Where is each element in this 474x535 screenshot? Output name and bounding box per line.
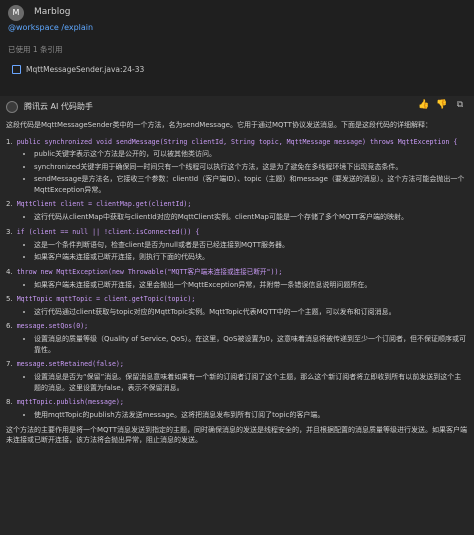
step-code: message.setQos(0);	[16, 322, 89, 331]
step-item: 5. MqttTopic mqttTopic = client.getTopic(…	[6, 294, 468, 305]
step-code: mqttTopic.publish(message);	[16, 398, 124, 407]
step-number: 3.	[6, 227, 13, 236]
thumb-up-icon[interactable]: 👍	[418, 100, 430, 112]
user-avatar: M	[8, 5, 24, 21]
step-bullets: 使用mqttTopic的publish方法发送message。这将把消息发布到所…	[6, 410, 468, 421]
step-item: 3. if (client == null || !client.isConnec…	[6, 227, 468, 238]
step-number: 7.	[6, 360, 13, 369]
step-code: message.setRetained(false);	[16, 360, 124, 369]
assistant-logo-icon	[6, 101, 18, 113]
bullet-item: 这是一个条件判断语句，检查client是否为null或者是否已经连接到MQTT服…	[34, 240, 468, 251]
step-bullets: 如果客户端未连接或已断开连接，这里会抛出一个MqttException异常，并附…	[6, 280, 468, 291]
step-code: MqttClient client = clientMap.get(client…	[16, 200, 192, 209]
step-code: throw new MqttException(new Throwable("M…	[16, 267, 283, 276]
step-item: 1. public synchronized void sendMessage(S…	[6, 137, 468, 148]
mention-command: @workspace /explain	[8, 23, 94, 32]
message-actions: 👍 👎 ⧉	[412, 100, 466, 112]
step-bullets: 设置消息是否为“保留”消息。保留消息意味着如果有一个新的订阅者订阅了这个主题，那…	[6, 372, 468, 393]
step-bullets: 这行代码从clientMap中获取与clientId对应的MqttClient实…	[6, 212, 468, 223]
assistant-name: 腾讯云 AI 代码助手	[24, 102, 93, 111]
user-name: Marblog	[34, 7, 71, 18]
step-code: MqttTopic mqttTopic = client.getTopic(to…	[16, 295, 196, 304]
file-reference-link[interactable]: MqttMessageSender.java:24-33	[12, 64, 144, 75]
assistant-message: 腾讯云 AI 代码助手 👍 👎 ⧉ 这段代码是MqttMessageSender…	[0, 96, 474, 535]
step-number: 6.	[6, 322, 13, 331]
bullet-item: 这行代码从clientMap中获取与clientId对应的MqttClient实…	[34, 212, 468, 223]
intro-text: 这段代码是MqttMessageSender类中的一个方法，名为sendMess…	[6, 121, 432, 129]
step-bullets: public关键字表示这个方法是公开的，可以被其他类访问。 synchronize…	[6, 149, 468, 195]
step-item: 6. message.setQos(0);	[6, 321, 468, 332]
references-toggle[interactable]: 已使用 1 条引用	[8, 44, 63, 55]
bullet-item: synchronized关键字用于确保同一时间只有一个线程可以执行这个方法，这是…	[34, 162, 468, 173]
bullet-item: 这行代码通过client获取与topic对应的MqttTopic实例。MqttT…	[34, 307, 468, 318]
step-item: 8. mqttTopic.publish(message);	[6, 397, 468, 408]
bullet-item: 如果客户端未连接或已断开连接，这里会抛出一个MqttException异常，并附…	[34, 280, 468, 291]
step-bullets: 这是一个条件判断语句，检查client是否为null或者是否已经连接到MQTT服…	[6, 240, 468, 263]
steps-list: 1. public synchronized void sendMessage(S…	[6, 137, 468, 421]
bullet-item: 使用mqttTopic的publish方法发送message。这将把消息发布到所…	[34, 410, 468, 421]
assistant-header: 腾讯云 AI 代码助手	[6, 101, 93, 113]
bullet-item: public关键字表示这个方法是公开的，可以被其他类访问。	[34, 149, 468, 160]
bullet-item: sendMessage是方法名，它接收三个参数：clientId（客户端ID）、…	[34, 174, 468, 195]
step-item: 2. MqttClient client = clientMap.get(clie…	[6, 199, 468, 210]
copy-icon[interactable]: ⧉	[454, 100, 466, 112]
assistant-content: 这段代码是MqttMessageSender类中的一个方法，名为sendMess…	[6, 120, 468, 452]
bullet-item: 如果客户端未连接或已断开连接，则执行下面的代码块。	[34, 252, 468, 263]
bullet-item: 设置消息是否为“保留”消息。保留消息意味着如果有一个新的订阅者订阅了这个主题，那…	[34, 372, 468, 393]
bullet-item: 设置消息的质量等级（Quality of Service, QoS）。在这里，Q…	[34, 334, 468, 355]
summary-text: 这个方法的主要作用是将一个MQTT消息发送到指定的主题，同时确保消息的发送是线程…	[6, 425, 467, 445]
step-bullets: 这行代码通过client获取与topic对应的MqttTopic实例。MqttT…	[6, 307, 468, 318]
step-number: 2.	[6, 200, 13, 209]
step-number: 1.	[6, 137, 13, 146]
file-icon	[12, 65, 21, 75]
step-bullets: 设置消息的质量等级（Quality of Service, QoS）。在这里，Q…	[6, 334, 468, 355]
step-code: if (client == null || !client.isConnecte…	[16, 227, 200, 236]
step-number: 8.	[6, 398, 13, 407]
step-number: 4.	[6, 267, 13, 276]
thumb-down-icon[interactable]: 👎	[436, 100, 448, 112]
user-header: M Marblog	[8, 5, 70, 21]
step-item: 4. throw new MqttException(new Throwable(…	[6, 267, 468, 278]
step-code: public synchronized void sendMessage(Str…	[16, 137, 458, 146]
file-reference-label: MqttMessageSender.java:24-33	[26, 65, 145, 74]
step-item: 7. message.setRetained(false);	[6, 359, 468, 370]
step-number: 5.	[6, 295, 13, 304]
